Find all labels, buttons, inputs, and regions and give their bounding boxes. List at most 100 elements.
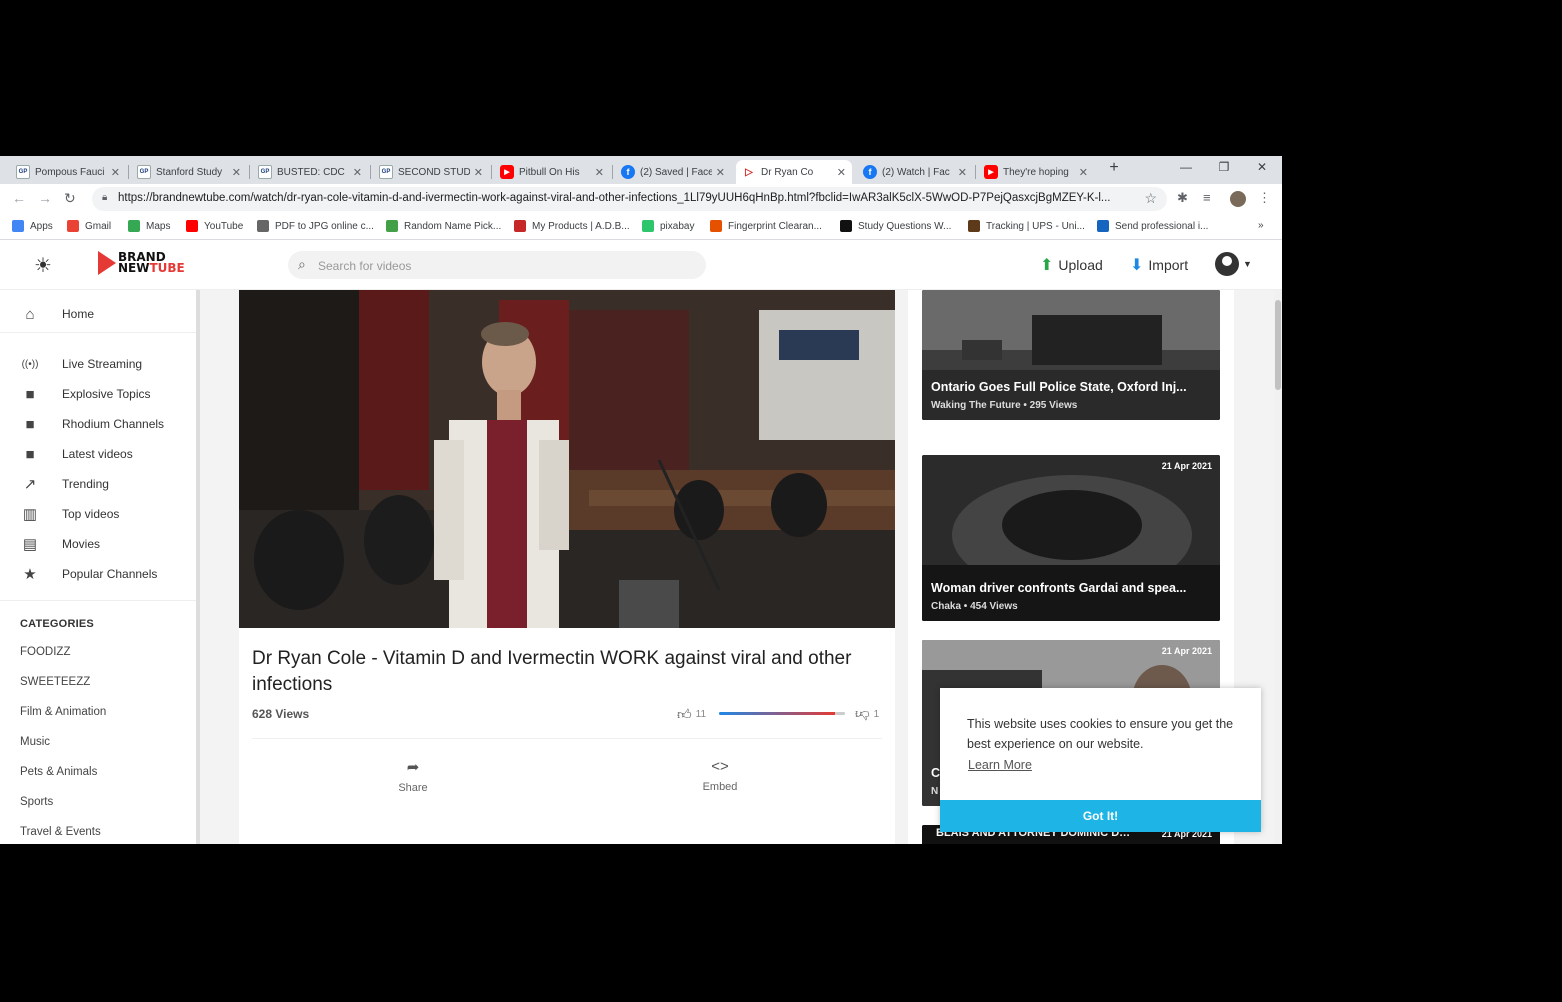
page-scrollbar[interactable]	[1274, 290, 1282, 844]
browser-tab[interactable]: f (2) Watch | Fac ✕	[857, 160, 973, 184]
import-button[interactable]: ⬇ Import	[1130, 255, 1188, 275]
chrome-menu-icon[interactable]: ⋮	[1258, 190, 1271, 206]
tab-close-icon[interactable]: ✕	[353, 166, 362, 179]
upload-label: Upload	[1058, 257, 1103, 273]
lightbulb-theme-icon[interactable]: ☀	[34, 253, 52, 278]
bookmark-star-icon[interactable]: ☆	[1144, 190, 1157, 207]
adb-icon	[514, 220, 526, 232]
recommended-video-card[interactable]: Ontario Goes Full Police State, Oxford I…	[922, 290, 1220, 420]
browser-tab[interactable]: GP Stanford Study ✕	[131, 160, 247, 184]
sidebar-item-top-videos[interactable]: ▥ Top videos	[0, 500, 196, 528]
bookmark-item[interactable]: pixabay	[642, 220, 694, 232]
browser-tab[interactable]: ▶ Pitbull On His ✕	[494, 160, 610, 184]
tab-close-icon[interactable]: ✕	[232, 166, 241, 179]
site-logo[interactable]: BRAND NEWTUBE	[98, 251, 185, 275]
bookmark-label: Tracking | UPS - Uni...	[986, 220, 1085, 232]
browser-profile-avatar[interactable]	[1230, 191, 1246, 207]
tab-close-icon[interactable]: ✕	[474, 166, 483, 179]
new-tab-icon[interactable]: +	[1104, 159, 1124, 177]
back-arrow-icon[interactable]: ←	[12, 190, 26, 206]
category-link[interactable]: Travel & Events	[20, 826, 101, 838]
extensions-puzzle-icon[interactable]: ✱	[1177, 190, 1188, 206]
tab-close-icon[interactable]: ✕	[595, 166, 604, 179]
account-caret-icon[interactable]: ▼	[1243, 259, 1252, 269]
category-link[interactable]: FOODIZZ	[20, 646, 70, 658]
embed-button[interactable]: <> Embed	[680, 758, 760, 793]
left-sidebar: CATEGORIES ⌂ Home ((•)) Live Streaming ■ Expl…	[0, 290, 200, 844]
scrollbar-thumb[interactable]	[1275, 300, 1281, 390]
bookmark-item[interactable]: Tracking | UPS - Uni...	[968, 220, 1085, 232]
bookmark-item[interactable]: My Products | A.D.B...	[514, 220, 630, 232]
reload-icon[interactable]: ↻	[64, 190, 76, 207]
category-link[interactable]: Music	[20, 736, 50, 748]
tab-title: (2) Watch | Fac	[882, 166, 950, 178]
browser-tab[interactable]: f (2) Saved | Face ✕	[615, 160, 731, 184]
sidebar-item-live-streaming[interactable]: ((•)) Live Streaming	[0, 350, 196, 378]
sidebar-item-rhodium-channels[interactable]: ■ Rhodium Channels	[0, 410, 196, 438]
address-url[interactable]: https://brandnewtube.com/watch/dr-ryan-c…	[118, 192, 1128, 204]
sidebar-item-label: Latest videos	[62, 447, 133, 461]
category-link[interactable]: Film & Animation	[20, 706, 106, 718]
bookmark-item[interactable]: PDF to JPG online c...	[257, 220, 374, 232]
bookmarks-overflow-icon[interactable]: »	[1258, 220, 1264, 231]
sidebar-item-label: Movies	[62, 537, 101, 551]
bookmark-label: Apps	[30, 220, 53, 232]
bookmark-item[interactable]: YouTube	[186, 220, 243, 232]
window-close-icon[interactable]: ✕	[1252, 160, 1272, 174]
tab-title: (2) Saved | Face	[640, 166, 712, 178]
home-icon: ⌂	[25, 305, 35, 323]
upload-button[interactable]: ⬆ Upload	[1040, 255, 1103, 275]
category-link[interactable]: Pets & Animals	[20, 766, 97, 778]
bookmark-item[interactable]: Fingerprint Clearan...	[710, 220, 822, 232]
like-ratio-fill	[719, 712, 835, 715]
recommended-video-card[interactable]: Woman driver confronts Gardai and spea..…	[922, 455, 1220, 621]
search-placeholder[interactable]: Search for videos	[318, 259, 411, 273]
minimize-icon[interactable]: —	[1176, 160, 1196, 174]
browser-tab[interactable]: ▶ They're hoping ✕	[978, 160, 1094, 184]
like-button[interactable]: 👍︎ 11	[677, 706, 706, 723]
browser-tab[interactable]: GP BUSTED: CDC ✕	[252, 160, 368, 184]
tab-title: Stanford Study	[156, 166, 223, 178]
cookie-learn-more-link[interactable]: Learn More	[968, 758, 1032, 772]
ups-icon	[968, 220, 980, 232]
sidebar-item-popular-channels[interactable]: ★ Popular Channels	[0, 560, 196, 588]
sidebar-item-trending[interactable]: ↗ Trending	[0, 470, 196, 498]
video-info-panel: Dr Ryan Cole - Vitamin D and Ivermectin …	[239, 628, 895, 844]
dislike-button[interactable]: 👍︎ 1	[855, 706, 879, 723]
tab-close-icon[interactable]: ✕	[111, 166, 120, 179]
bookmark-item[interactable]: Send professional i...	[1097, 220, 1208, 232]
bookmark-item[interactable]: Maps	[128, 220, 170, 232]
bookmark-item[interactable]: Random Name Pick...	[386, 220, 501, 232]
bookmark-item[interactable]: Apps	[12, 220, 53, 232]
recommended-video-title[interactable]: Woman driver confronts Gardai and spea..…	[931, 581, 1211, 595]
browser-tab[interactable]: ▷ Dr Ryan Co ✕	[736, 160, 852, 184]
recommended-video-title[interactable]: Ontario Goes Full Police State, Oxford I…	[931, 380, 1211, 394]
film-icon: ▤	[22, 536, 38, 553]
import-label: Import	[1148, 257, 1189, 273]
category-link[interactable]: SWEETEEZZ	[20, 676, 90, 688]
sidebar-item-latest-videos[interactable]: ■ Latest videos	[0, 440, 196, 468]
address-bar[interactable]: 🔒︎ https://brandnewtube.com/watch/dr-rya…	[92, 187, 1167, 211]
tab-close-icon[interactable]: ✕	[958, 166, 967, 179]
bookmark-item[interactable]: Study Questions W...	[840, 220, 951, 232]
share-button[interactable]: ➦ Share	[373, 758, 453, 794]
cookie-got-it-button[interactable]: Got It!	[940, 800, 1261, 832]
forward-arrow-icon[interactable]: →	[38, 190, 52, 206]
trending-icon: ↗	[23, 476, 37, 493]
dislike-count: 1	[873, 709, 880, 720]
media-queue-icon[interactable]: ≡	[1203, 190, 1211, 205]
account-avatar-icon[interactable]	[1215, 252, 1239, 276]
sidebar-item-explosive-topics[interactable]: ■ Explosive Topics	[0, 380, 196, 408]
tab-close-icon[interactable]: ✕	[1079, 166, 1088, 179]
sidebar-item-home[interactable]: ⌂ Home	[0, 300, 196, 328]
category-link[interactable]: Sports	[20, 796, 53, 808]
tab-close-icon[interactable]: ✕	[716, 166, 725, 179]
bookmark-item[interactable]: Gmail	[67, 220, 111, 232]
browser-tab[interactable]: GP Pompous Fauci ✕	[10, 160, 126, 184]
browser-tab[interactable]: GP SECOND STUD ✕	[373, 160, 489, 184]
tab-close-icon[interactable]: ✕	[837, 166, 846, 179]
search-box[interactable]: ⌕ Search for videos	[288, 251, 706, 279]
maximize-icon[interactable]: ❐	[1214, 160, 1234, 174]
video-player[interactable]	[239, 290, 895, 628]
sidebar-item-movies[interactable]: ▤ Movies	[0, 530, 196, 558]
